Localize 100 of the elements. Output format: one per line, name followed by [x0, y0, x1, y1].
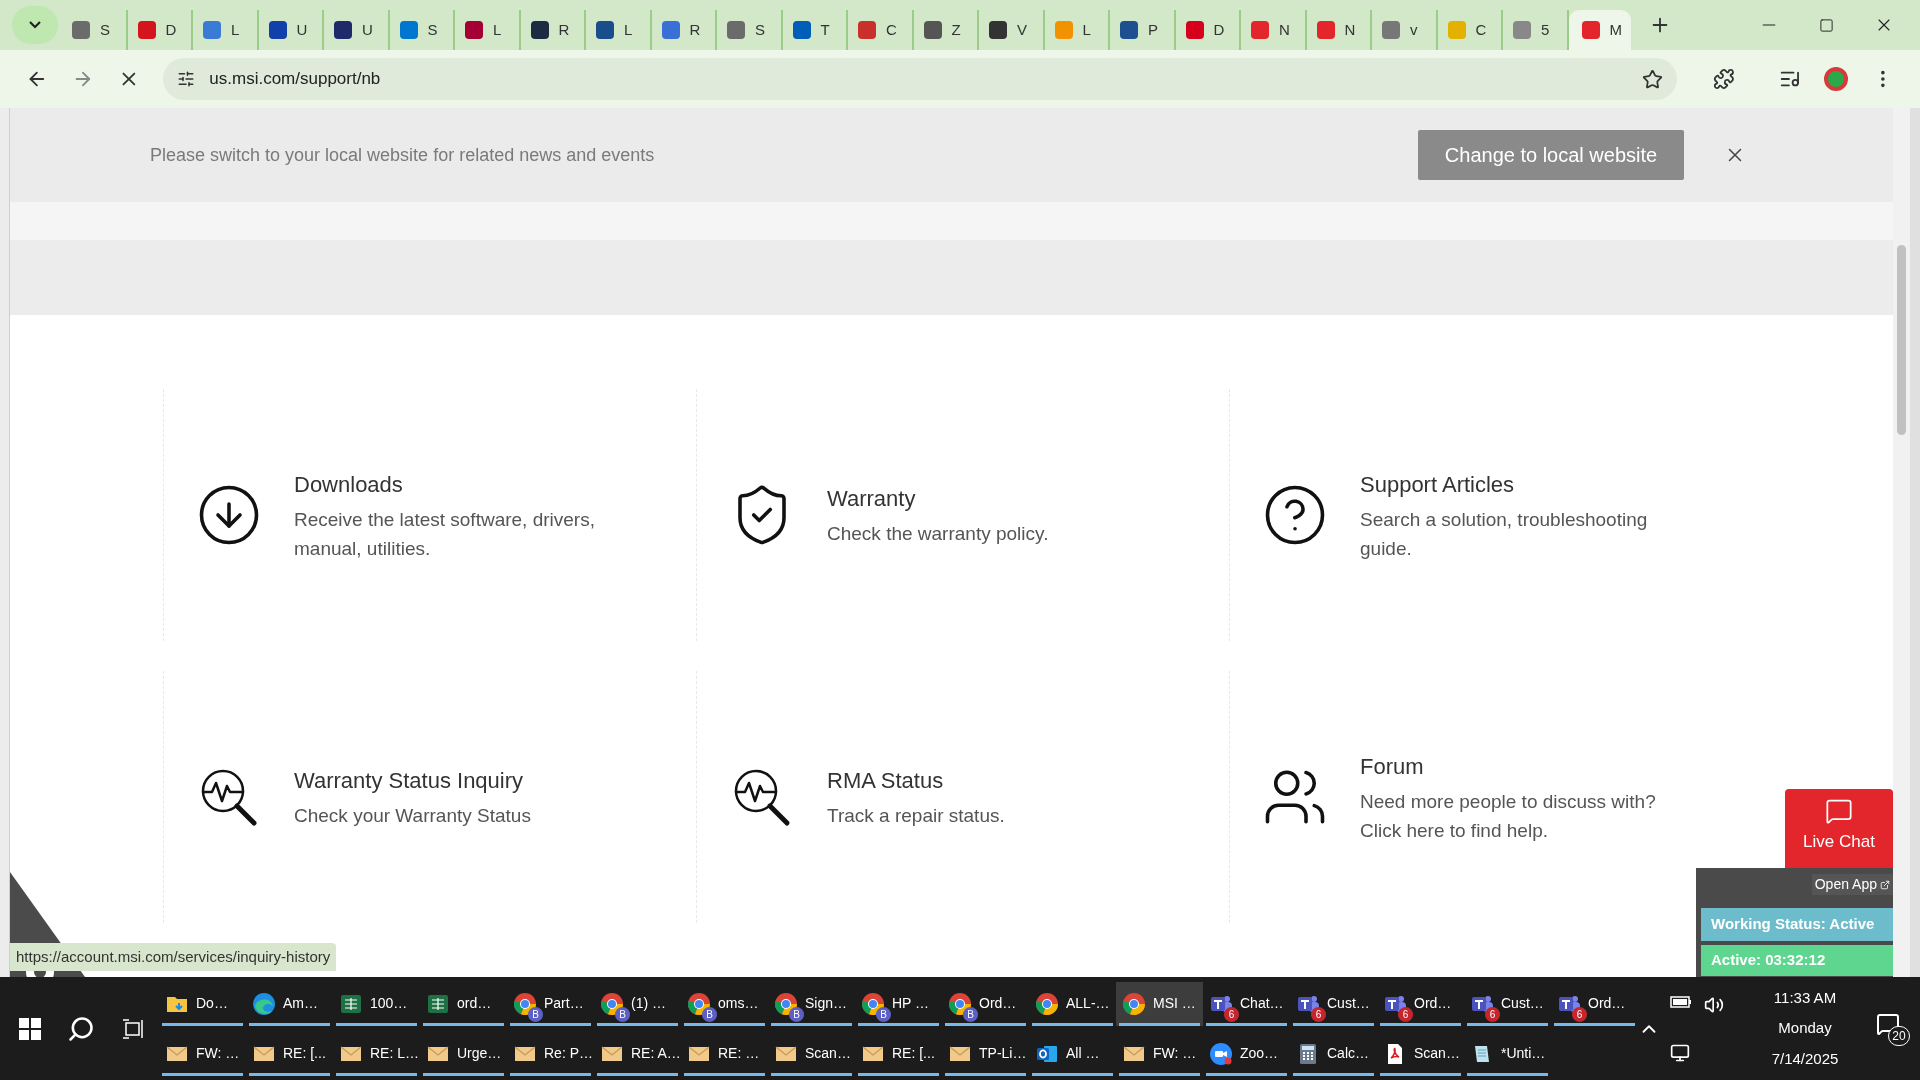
- favicon: [1581, 21, 1600, 39]
- taskbar-button[interactable]: Zoo…: [1203, 1031, 1290, 1076]
- site-info-icon[interactable]: [177, 70, 196, 88]
- taskbar-label: Cust…: [1501, 994, 1544, 1013]
- taskbar-button[interactable]: B (1) …: [594, 981, 681, 1026]
- taskbar-button[interactable]: FW: …: [159, 1031, 246, 1076]
- taskbar-button[interactable]: Am…: [246, 981, 333, 1026]
- taskbar-label: oms…: [718, 994, 759, 1013]
- taskbar-button[interactable]: 100…: [333, 981, 420, 1026]
- chrome-icon: [687, 991, 711, 1016]
- network-icon[interactable]: [1670, 1042, 1690, 1063]
- card-description: Receive the latest software, drivers, manual, utilities.: [294, 507, 596, 561]
- taskbar-button[interactable]: RE: …: [681, 1031, 768, 1076]
- support-link-card[interactable]: Warranty Status Inquiry Check your Warranty Status: [294, 764, 694, 830]
- favicon: [1447, 21, 1466, 39]
- tab-title: L: [1082, 19, 1091, 40]
- browser-tab[interactable]: M: [1568, 10, 1631, 50]
- favicon: [1316, 21, 1335, 39]
- taskbar-button[interactable]: Scan…: [768, 1031, 855, 1076]
- chrome-icon: [600, 991, 624, 1016]
- banner-message: Please switch to your local website for related news and events: [150, 143, 655, 167]
- taskbar-label: Chat…: [1240, 994, 1284, 1013]
- task-view-icon[interactable]: [121, 1017, 146, 1040]
- card-title: Warranty Status Inquiry: [294, 767, 525, 795]
- card-description: Check the warranty policy.: [827, 522, 1050, 546]
- tab-title: M: [1609, 19, 1622, 40]
- taskbar-button[interactable]: Re: P…: [507, 1031, 594, 1076]
- taskbar-label: Ord…: [979, 994, 1017, 1013]
- tab-title: R: [558, 19, 570, 40]
- chevron-down-icon: [28, 20, 42, 30]
- clock-date: 7/14/2025: [1771, 1048, 1839, 1069]
- search-icon[interactable]: [67, 1014, 96, 1043]
- volume-icon[interactable]: [1704, 994, 1724, 1015]
- favicon: [923, 21, 942, 39]
- extensions-icon[interactable]: [1712, 68, 1735, 90]
- clock-day: Monday: [1778, 1017, 1832, 1040]
- live-chat-button[interactable]: Live Chat: [1785, 789, 1893, 868]
- external-link-icon: [1880, 879, 1890, 890]
- url-text: us.msi.com/support/nb: [209, 68, 381, 91]
- taskbar-button[interactable]: RE: [...: [246, 1031, 333, 1076]
- taskbar-button[interactable]: ord…: [420, 981, 507, 1026]
- taskbar-button[interactable]: ALL-…: [1029, 981, 1116, 1026]
- tab-title: S: [100, 19, 110, 40]
- chrome-icon: [1122, 991, 1146, 1016]
- taskbar-button[interactable]: RE: L…: [333, 1031, 420, 1076]
- taskbar-label: Am…: [283, 994, 318, 1013]
- taskbar-button[interactable]: *Unti…: [1464, 1031, 1551, 1076]
- taskbar-button[interactable]: Scan…: [1377, 1031, 1464, 1076]
- favicon: [1382, 21, 1400, 39]
- taskbar-button[interactable]: All …: [1029, 1031, 1116, 1076]
- card-description: Track a repair status.: [827, 804, 1006, 828]
- favicon: [989, 21, 1007, 39]
- tab-title: v: [1410, 19, 1418, 40]
- taskbar-button[interactable]: Do…: [159, 981, 246, 1026]
- support-link-card[interactable]: Warranty Check the warranty policy.: [827, 482, 1227, 548]
- tab-title: P: [1148, 19, 1158, 40]
- support-link-card[interactable]: Downloads Receive the latest software, drivers, manual, utilities.: [294, 467, 694, 563]
- taskbar-button[interactable]: 6 Chat…: [1203, 981, 1290, 1026]
- taskbar-label: Re: P…: [544, 1044, 593, 1063]
- taskbar-button[interactable]: Calc…: [1290, 1031, 1377, 1076]
- taskbar-button[interactable]: FW: …: [1116, 1031, 1203, 1076]
- taskbar-label: RE: [...: [892, 1044, 935, 1063]
- taskbar-button[interactable]: B oms…: [681, 981, 768, 1026]
- card-title: RMA Status: [827, 767, 945, 795]
- taskbar-button[interactable]: 6 Ord…: [1377, 981, 1464, 1026]
- support-link-card[interactable]: Forum Need more people to discuss with? Click here to find help.: [1360, 749, 1760, 845]
- card-title: Support Articles: [1360, 470, 1516, 499]
- taskbar-label: RE: …: [718, 1044, 760, 1063]
- taskbar-button[interactable]: B HP …: [855, 981, 942, 1026]
- taskbar-button[interactable]: RE: A…: [594, 1031, 681, 1076]
- taskbar-label: FW: …: [196, 1044, 240, 1063]
- taskbar-button[interactable]: 6 Cust…: [1290, 981, 1377, 1026]
- windows-start-icon[interactable]: [19, 1017, 42, 1040]
- tab-title: S: [755, 19, 765, 40]
- favicon: [792, 21, 811, 39]
- tab-title: L: [493, 19, 502, 40]
- support-link-card[interactable]: Support Articles Search a solution, troubleshooting guide.: [1360, 467, 1760, 563]
- taskbar-button[interactable]: B Part…: [507, 981, 594, 1026]
- taskbar-button[interactable]: B Ord…: [942, 981, 1029, 1026]
- taskbar-button[interactable]: TP-Li…: [942, 1031, 1029, 1076]
- bookmark-star-icon[interactable]: [1641, 68, 1663, 90]
- taskbar-button[interactable]: 6 Cust…: [1464, 981, 1551, 1026]
- taskbar-button[interactable]: 6 Ord…: [1551, 981, 1638, 1026]
- taskbar-button[interactable]: Urge…: [420, 1031, 507, 1076]
- address-bar[interactable]: us.msi.com/support/nb: [163, 58, 1677, 100]
- card-title: Warranty: [827, 485, 917, 513]
- taskbar-label: Cust…: [1327, 994, 1370, 1013]
- maximize-icon[interactable]: [1819, 17, 1834, 33]
- clock[interactable]: 11:33 AM Monday 7/14/2025: [1750, 986, 1860, 1071]
- taskbar-button[interactable]: B Sign…: [768, 981, 855, 1026]
- open-app-link[interactable]: Open App: [1811, 874, 1893, 895]
- profile-avatar[interactable]: [1824, 67, 1849, 91]
- taskbar-label: Ord…: [1414, 994, 1452, 1013]
- favicon: [727, 21, 745, 39]
- tab-title: U: [362, 19, 373, 40]
- taskbar-button[interactable]: MSI …: [1116, 981, 1203, 1026]
- tab-title: C: [886, 19, 897, 40]
- battery-icon[interactable]: [1670, 994, 1692, 1009]
- support-link-card[interactable]: RMA Status Track a repair status.: [827, 764, 1227, 830]
- taskbar-button[interactable]: RE: [...: [855, 1031, 942, 1076]
